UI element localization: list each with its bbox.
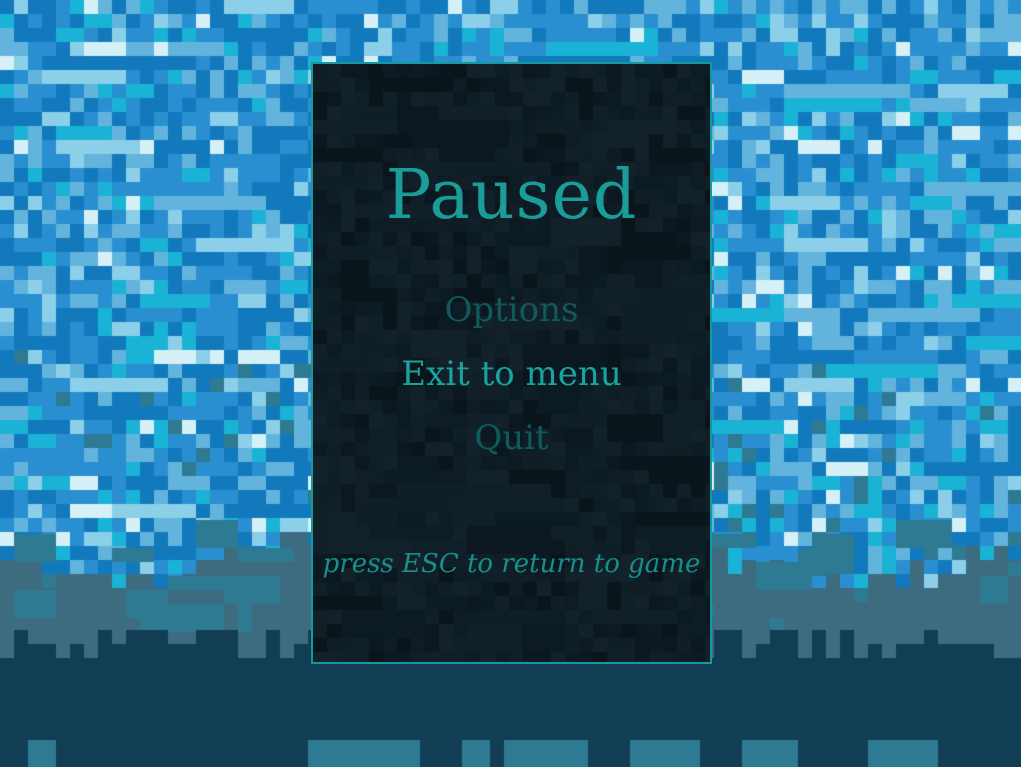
game-screen: Paused Options Exit to menu Quit press E… xyxy=(0,0,1021,767)
menu-item-exit-to-menu[interactable]: Exit to menu xyxy=(313,354,710,394)
pause-menu-panel: Paused Options Exit to menu Quit press E… xyxy=(311,62,712,664)
menu-item-quit[interactable]: Quit xyxy=(313,418,710,458)
menu-item-options[interactable]: Options xyxy=(313,290,710,330)
return-hint: press ESC to return to game xyxy=(322,549,701,579)
pause-title: Paused xyxy=(385,156,638,235)
